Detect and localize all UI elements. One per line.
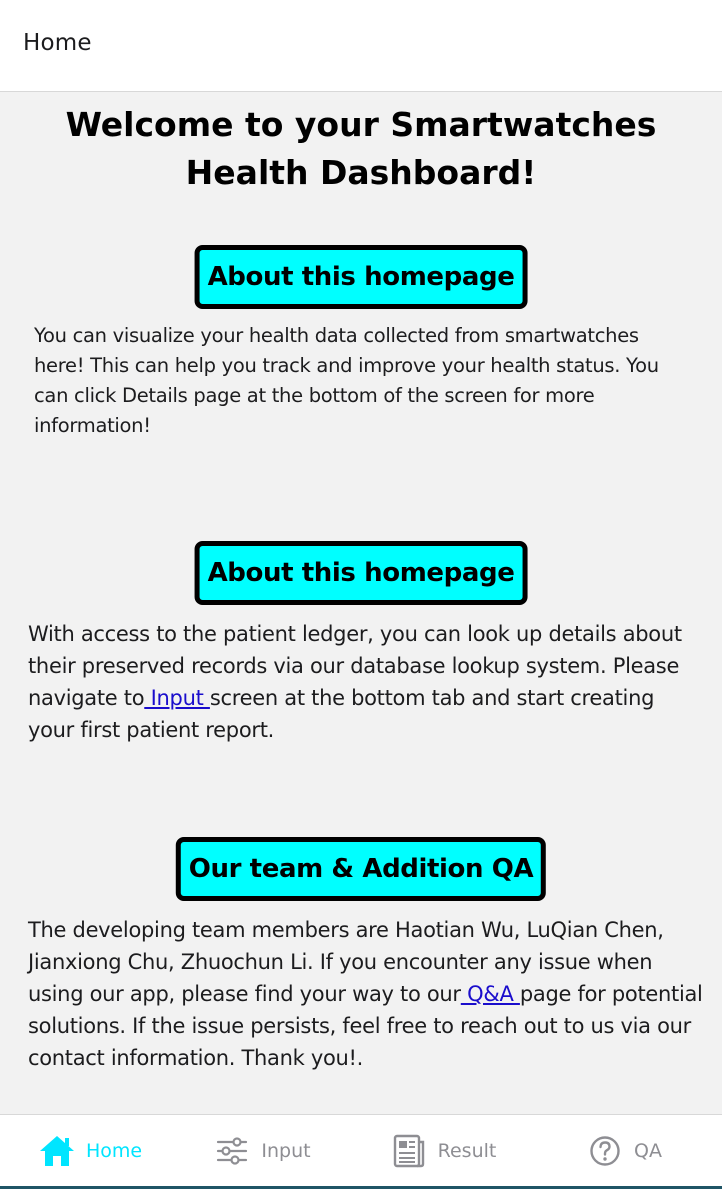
section-text-about: You can visualize your health data colle…: [34, 324, 659, 437]
tab-result[interactable]: Result: [353, 1115, 533, 1187]
document-icon: [393, 1134, 424, 1168]
tab-qa[interactable]: QA: [534, 1115, 714, 1187]
sliders-icon: [217, 1137, 248, 1165]
tab-result-label: Result: [437, 1140, 497, 1162]
welcome-heading: Welcome to your Smartwatches Health Dash…: [65, 105, 657, 192]
section-text-team: The developing team members are Haotian …: [28, 914, 704, 1074]
section-text-patient-ledger: With access to the patient ledger, you c…: [28, 618, 704, 746]
input-link[interactable]: Input: [144, 686, 210, 710]
app-header: Home: [0, 0, 722, 92]
tab-qa-label: QA: [634, 1140, 662, 1162]
tab-input[interactable]: Input: [172, 1115, 352, 1187]
tab-home[interactable]: Home: [0, 1115, 180, 1187]
bottom-tab-bar: Home Input Result QA: [0, 1114, 722, 1189]
section-title-team: Our team & Addition QA: [175, 837, 547, 901]
qa-link[interactable]: Q&A: [461, 982, 520, 1006]
tab-home-label: Home: [85, 1140, 143, 1162]
home-icon: [39, 1136, 74, 1166]
tab-input-label: Input: [261, 1140, 311, 1162]
help-circle-icon: [590, 1136, 620, 1166]
section-title-about: About this homepage: [194, 245, 528, 309]
main-content[interactable]: Welcome to your Smartwatches Health Dash…: [0, 93, 722, 1114]
header-title: Home: [23, 30, 92, 56]
section-title-about-second: About this homepage: [194, 541, 528, 605]
